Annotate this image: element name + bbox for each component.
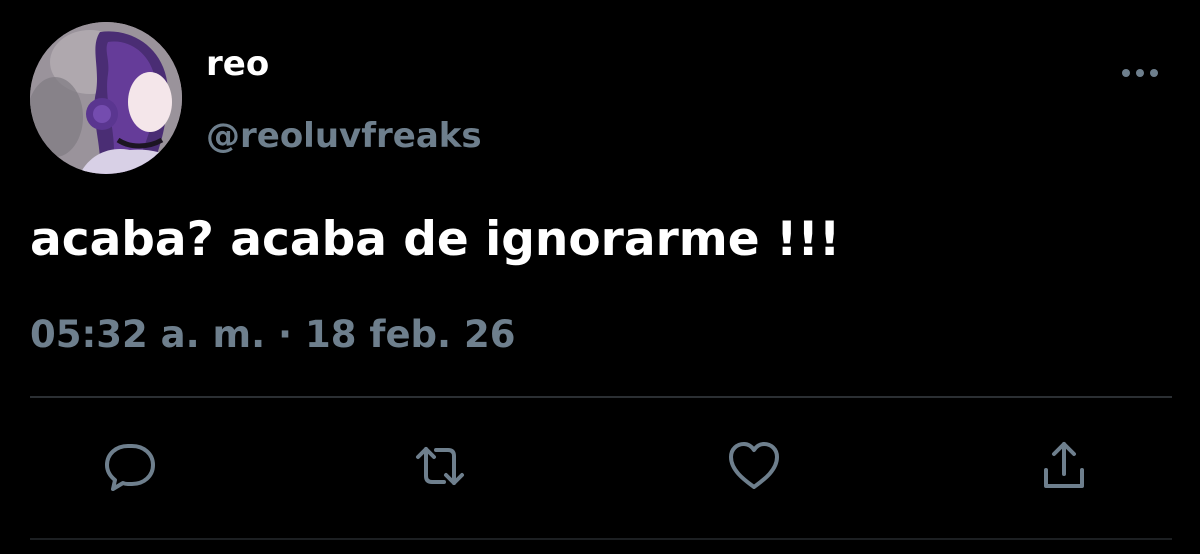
username-handle[interactable]: @reoluvfreaks <box>206 114 482 158</box>
heart-icon <box>729 442 779 489</box>
reply-button[interactable] <box>102 438 158 494</box>
more-options-button[interactable] <box>1116 58 1164 88</box>
display-name[interactable]: reo <box>206 42 269 86</box>
divider <box>30 396 1172 398</box>
avatar[interactable] <box>30 22 182 174</box>
like-button[interactable] <box>726 438 782 494</box>
retweet-button[interactable] <box>412 438 468 494</box>
tweet-timestamp[interactable]: 05:32 a. m. · 18 feb. 26 <box>30 310 515 360</box>
retweet-icon <box>416 447 464 485</box>
share-button[interactable] <box>1036 438 1092 494</box>
more-horizontal-icon <box>1122 69 1158 77</box>
divider <box>30 538 1172 540</box>
reply-icon <box>105 444 155 491</box>
tweet-text: acaba? acaba de ignorarme !!! <box>30 212 841 267</box>
tweet-detail: reo @reoluvfreaks acaba? acaba de ignora… <box>0 0 1200 554</box>
share-icon <box>1044 442 1084 488</box>
